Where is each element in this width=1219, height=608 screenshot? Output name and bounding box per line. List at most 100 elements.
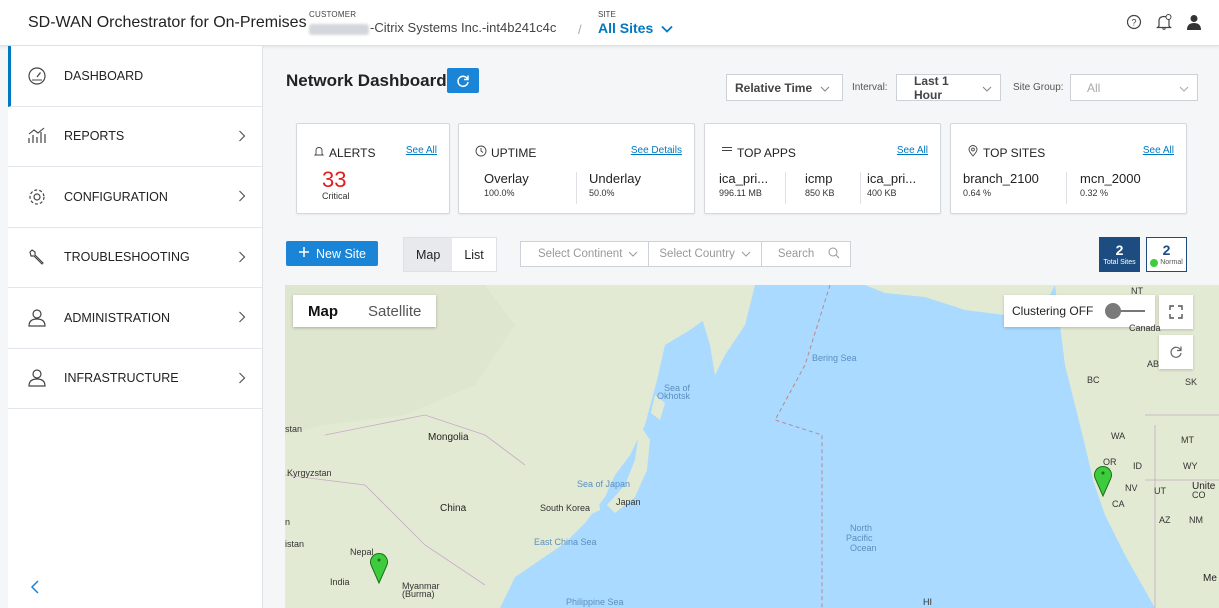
metric-value: 400 KB	[867, 188, 897, 198]
map-label: North	[850, 523, 873, 533]
site-search-input[interactable]: Search	[762, 242, 850, 266]
map-label: n	[285, 517, 291, 527]
continent-select[interactable]: Select Continent	[521, 242, 650, 266]
site-pin-marker[interactable]	[1093, 463, 1113, 497]
sidebar-item-infrastructure[interactable]: INFRASTRUCTURE	[8, 349, 262, 409]
map-label: (Burma)	[402, 589, 435, 599]
alerts-severity: Critical	[322, 191, 350, 201]
normal-sites-label: Normal	[1160, 259, 1183, 266]
top-app-1: ica_pri... 996.11 MB	[719, 171, 768, 198]
sidebar-item-configuration[interactable]: CONFIGURATION	[8, 167, 262, 228]
toggle-knob	[1105, 303, 1122, 319]
notification-icon[interactable]	[1155, 13, 1173, 31]
map-label: Sea of Japan	[577, 479, 631, 489]
refresh-icon	[1170, 346, 1182, 358]
bell-icon	[313, 145, 325, 160]
sidebar-item-dashboard[interactable]: DASHBOARD	[8, 46, 262, 107]
fullscreen-button[interactable]	[1159, 295, 1193, 329]
top-apps-card: TOP APPS See All ica_pri... 996.11 MB ic…	[704, 123, 941, 214]
top-site-1: branch_2100 0.64 %	[963, 171, 1039, 198]
sidebar-item-reports[interactable]: REPORTS	[8, 107, 262, 167]
site-label: SITE	[598, 10, 616, 19]
site-group-select[interactable]: All	[1070, 74, 1198, 101]
uptime-underlay: Underlay 50.0%	[589, 171, 641, 198]
top-apps-card-header: TOP APPS	[721, 145, 796, 160]
map-label: Mongolia	[428, 432, 469, 443]
map-type-satellite-button[interactable]: Satellite	[353, 295, 436, 327]
map-label: NT	[1131, 286, 1143, 296]
top-sites-card-header: TOP SITES	[967, 145, 1045, 160]
map-label: WA	[1111, 431, 1126, 441]
refresh-button[interactable]	[447, 68, 479, 93]
map-label: India	[330, 577, 350, 587]
metric-value: 0.32 %	[1080, 188, 1109, 198]
top-icons: ?	[1125, 13, 1203, 31]
total-sites-label: Total Sites	[1103, 259, 1136, 266]
metric-value: 850 KB	[805, 188, 835, 198]
customer-name-redacted	[309, 24, 369, 35]
interval-select[interactable]: Last 1 Hour	[896, 74, 1001, 102]
divider	[576, 172, 577, 204]
dashboard-icon	[26, 65, 48, 87]
alerts-see-all-link[interactable]: See All	[406, 145, 437, 156]
map-label: stan	[285, 424, 303, 434]
search-placeholder: Search	[777, 248, 815, 260]
alerts-card-header: ALERTS	[313, 145, 375, 160]
uptime-overlay: Overlay 100.0%	[484, 171, 529, 198]
sidebar-item-label: REPORTS	[64, 129, 125, 144]
clustering-label: Clustering OFF	[1012, 304, 1094, 318]
top-sites-see-all-link[interactable]: See All	[1143, 145, 1174, 156]
chevron-down-icon	[628, 248, 638, 260]
time-mode-value: Relative Time	[735, 80, 813, 95]
new-site-button[interactable]: New Site	[286, 241, 378, 266]
sidebar-item-troubleshooting[interactable]: TROUBLESHOOTING	[8, 228, 262, 288]
site-pin-marker[interactable]	[369, 550, 389, 584]
divider	[1066, 172, 1067, 204]
user-icon[interactable]	[1185, 13, 1203, 31]
top-bar: SD-WAN Orchestrator for On-Premises CUST…	[0, 0, 1219, 46]
time-mode-select[interactable]: Relative Time	[726, 74, 843, 101]
map-label: Bering Sea	[812, 353, 857, 363]
site-group-label: Site Group:	[1013, 82, 1064, 93]
continent-placeholder: Select Continent	[538, 248, 623, 260]
main-content: Network Dashboard Relative Time Interval…	[263, 46, 1219, 608]
svg-text:?: ?	[1131, 18, 1136, 28]
divider	[860, 172, 861, 204]
alerts-count: 33	[322, 167, 347, 192]
top-apps-see-all-link[interactable]: See All	[897, 145, 928, 156]
alerts-card: ALERTS See All 33 Critical	[296, 123, 450, 214]
help-icon[interactable]: ?	[1125, 13, 1143, 31]
clustering-toggle[interactable]	[1103, 302, 1147, 320]
map-label: AZ	[1159, 515, 1171, 525]
collapse-sidebar-button[interactable]	[30, 580, 44, 594]
map-refresh-button[interactable]	[1159, 335, 1193, 369]
metric-value: 996.11 MB	[719, 188, 762, 198]
map-label: NV	[1125, 483, 1138, 493]
uptime-card-header: UPTIME	[475, 145, 536, 160]
country-select[interactable]: Select Country	[649, 242, 762, 266]
uptime-card: UPTIME See Details Overlay 100.0% Underl…	[458, 123, 695, 214]
map-label: SK	[1185, 377, 1198, 387]
map-label: Kyrgyzstan	[287, 468, 332, 478]
metric-name: ica_pri...	[719, 171, 769, 186]
view-list-toggle[interactable]: List	[452, 238, 495, 271]
location-icon	[967, 145, 979, 160]
map-label: BC	[1087, 375, 1100, 385]
map-background	[285, 285, 1219, 608]
customer-selector[interactable]: -Citrix Systems Inc.-int4b241c4c	[370, 20, 556, 35]
site-filter-group: Select Continent Select Country Search	[520, 241, 852, 267]
sidebar-item-label: CONFIGURATION	[64, 189, 168, 204]
map-type-map-button[interactable]: Map	[293, 295, 353, 327]
map-label: MT	[1181, 435, 1194, 445]
sidebar-item-administration[interactable]: ADMINISTRATION	[8, 288, 262, 349]
total-sites-stat[interactable]: 2 Total Sites	[1099, 237, 1140, 272]
site-map[interactable]: Map Satellite Clustering OFF Mongolia Ch…	[285, 285, 1219, 608]
refresh-icon	[457, 75, 469, 87]
view-map-toggle[interactable]: Map	[404, 238, 453, 271]
map-label: CO	[1192, 490, 1206, 500]
user-icon	[26, 367, 48, 389]
site-selector[interactable]: All Sites	[598, 20, 673, 36]
normal-sites-stat[interactable]: 2 Normal	[1146, 237, 1187, 272]
uptime-see-details-link[interactable]: See Details	[631, 145, 682, 156]
map-label: WY	[1183, 461, 1198, 471]
